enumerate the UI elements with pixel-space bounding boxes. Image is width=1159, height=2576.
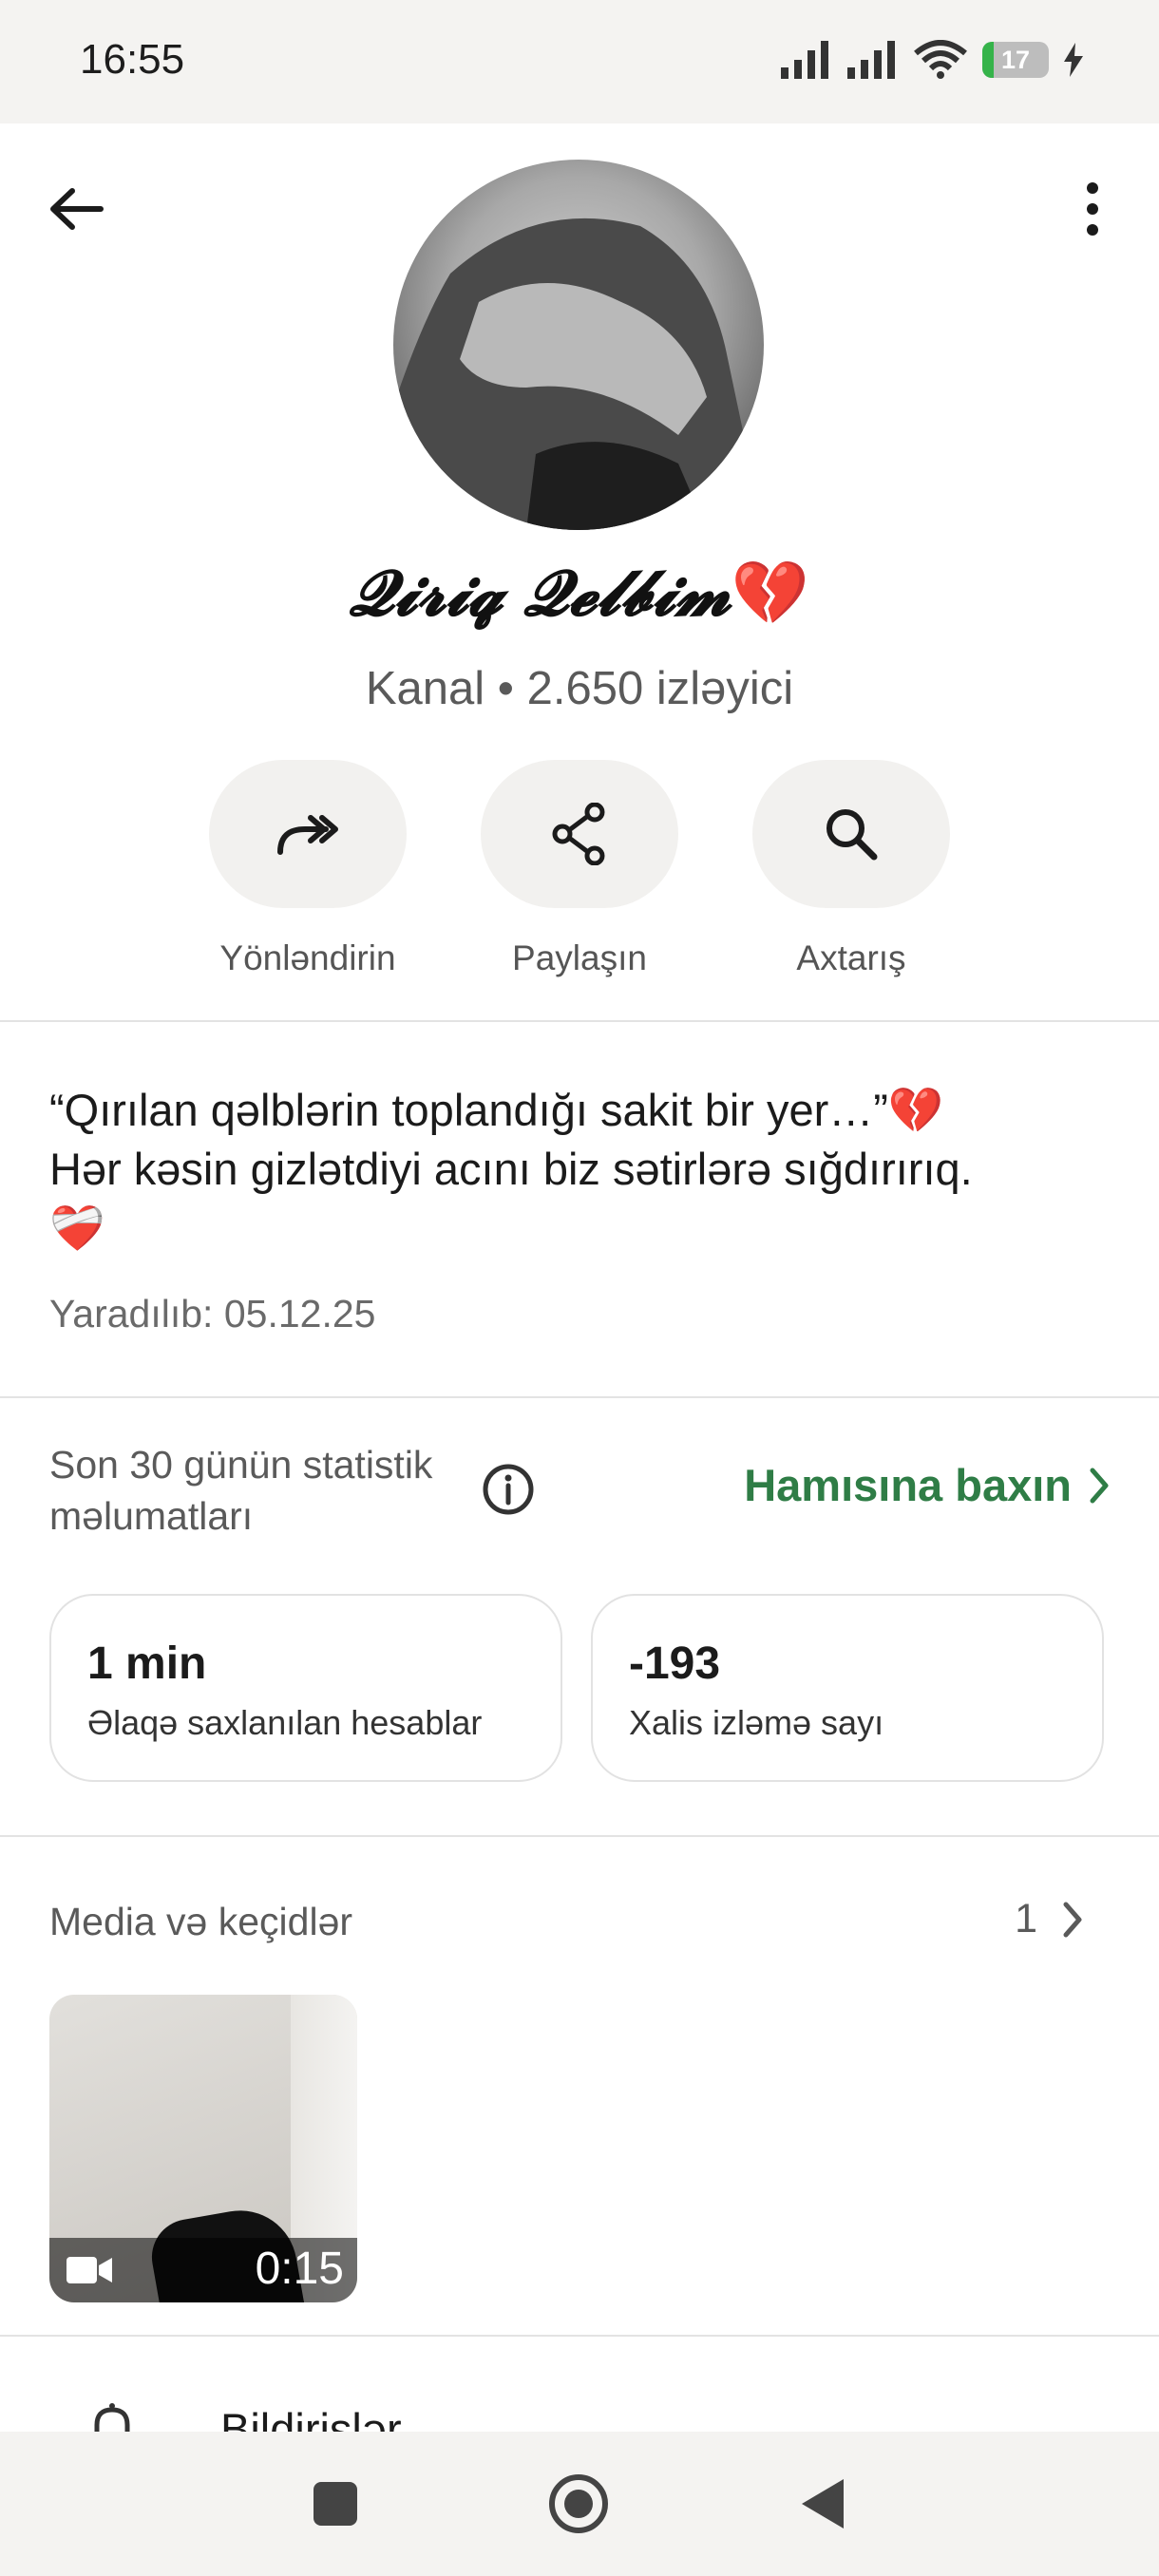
video-duration: 0:15 [255,2244,344,2294]
triangle-back-icon [802,2479,844,2529]
home-button[interactable] [547,2472,610,2535]
video-icon [66,2249,114,2291]
info-button[interactable] [480,1461,537,1518]
stat-label: Əlaqə saxlanılan hesablar [87,1703,483,1742]
forward-icon [277,815,338,855]
signal-icon-2 [847,41,895,79]
channel-name: 𝓠𝓲𝓻𝓲𝓺 𝓠𝓮𝓵𝓫𝓲𝓶💔 [0,556,1159,632]
chevron-right-icon [1090,1468,1109,1503]
media-count-link[interactable]: 1 [1015,1896,1083,1942]
home-circle-icon [549,2474,608,2533]
channel-description: “Qırılan qəlblərin toplandığı sakit bir … [49,1081,1113,1258]
channel-meta: Kanal • 2.650 izləyici [365,663,794,714]
chevron-right-icon [1063,1902,1082,1937]
media-count: 1 [1015,1896,1037,1941]
more-vertical-icon [1087,182,1098,236]
search-action[interactable]: Axtarış [751,760,951,978]
stat-value: 1 min [87,1638,207,1689]
share-button[interactable] [481,760,678,908]
divider [0,1020,1159,1022]
stat-label: Xalis izləmə sayı [629,1703,884,1742]
forward-label: Yönləndirin [219,938,396,977]
description-line-2: Hər kəsin gizlətdiyi acını biz sətirlərə… [49,1144,973,1194]
stats-title: Son 30 günün statistik məlumatları [49,1443,433,1538]
forward-button[interactable] [209,760,407,908]
arrow-left-icon [50,188,104,230]
channel-name-text: 𝓠𝓲𝓻𝓲𝓺 𝓠𝓮𝓵𝓫𝓲𝓶 [350,556,732,630]
battery-level: 17 [1000,45,1031,74]
channel-avatar[interactable] [393,160,764,530]
forward-action[interactable]: Yönləndirin [208,760,408,978]
stat-card-net-follows[interactable]: -193 Xalis izləmə sayı [591,1594,1104,1782]
divider [0,2335,1159,2337]
search-label: Axtarış [796,938,906,977]
created-date: Yaradılıb: 05.12.25 [49,1292,376,1335]
recents-button[interactable] [314,2482,357,2526]
divider [0,1396,1159,1398]
media-title: Media və keçidlər [49,1900,353,1943]
wifi-icon [914,40,967,79]
media-thumbnail[interactable]: 0:15 [49,1995,357,2302]
description-line-1: “Qırılan qəlblərin toplandığı sakit bir … [49,1085,944,1135]
description-line-3: ❤️‍🩹 [49,1203,105,1253]
see-all-label: Hamısına baxın [744,1460,1072,1510]
back-button[interactable] [38,171,114,247]
nav-back-button[interactable] [796,2475,849,2532]
share-label: Paylaşın [512,938,647,977]
status-icons: 17 [781,36,1083,84]
info-icon [483,1464,534,1515]
battery-icon: 17 [982,42,1049,78]
share-icon [552,803,605,865]
share-action[interactable]: Paylaşın [480,760,679,978]
stat-card-accounts[interactable]: 1 min Əlaqə saxlanılan hesablar [49,1594,562,1782]
charging-icon [1064,43,1083,77]
see-all-link[interactable]: Hamısına baxın [744,1459,1110,1511]
signal-icon [781,41,828,79]
divider [0,1835,1159,1837]
broken-heart-icon: 💔 [731,556,809,630]
more-options-button[interactable] [1054,171,1130,247]
search-icon [826,809,878,861]
search-button[interactable] [752,760,950,908]
stat-value: -193 [629,1638,721,1689]
status-time: 16:55 [80,36,185,83]
